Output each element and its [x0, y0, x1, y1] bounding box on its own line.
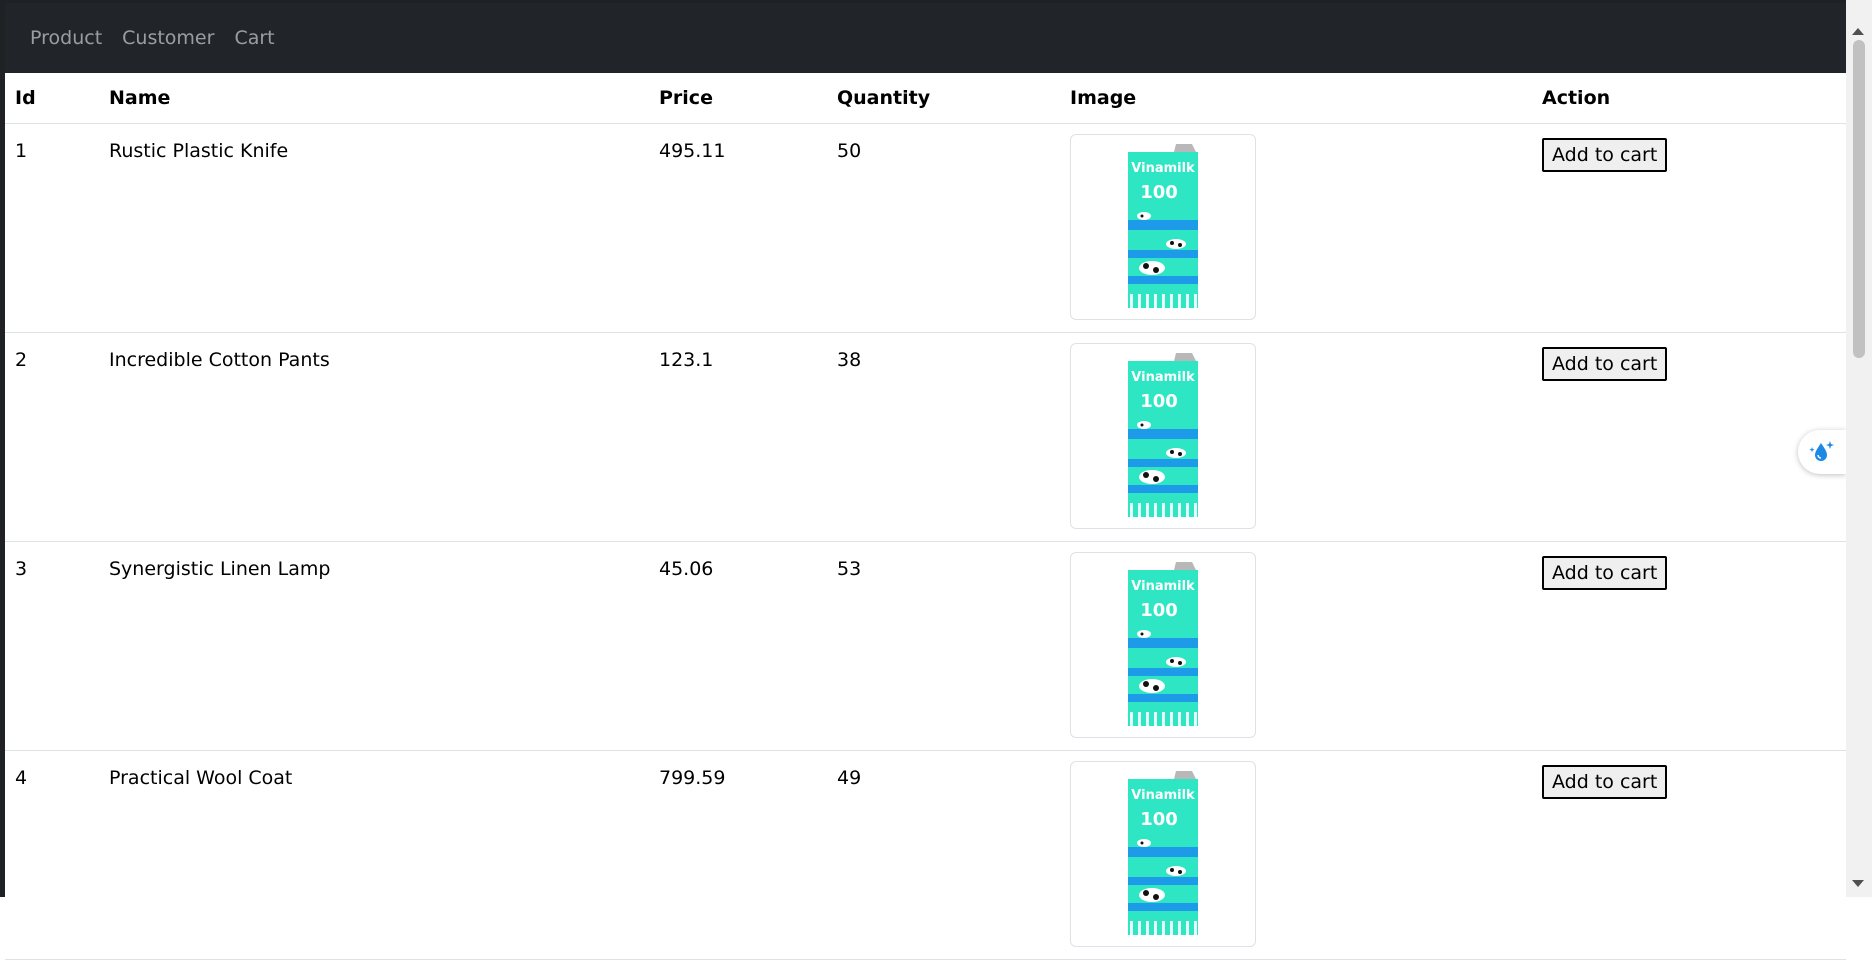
cell-price: 799.59	[649, 750, 827, 960]
carton-percent-label: 100	[1140, 809, 1178, 830]
cell-quantity: 50	[827, 123, 1060, 333]
cell-name: Practical Wool Coat	[99, 750, 649, 960]
cell-quantity: 38	[827, 332, 1060, 542]
cell-action: Add to cart	[1532, 332, 1846, 542]
cell-action: Add to cart	[1532, 750, 1846, 960]
milk-carton-icon: Vinamilk 100	[1128, 353, 1198, 517]
vertical-scrollbar[interactable]	[1846, 0, 1872, 897]
cell-action: Add to cart	[1532, 123, 1846, 333]
product-image: Vinamilk 100	[1070, 343, 1256, 529]
top-navbar: Product Customer Cart	[5, 3, 1846, 73]
scroll-down-arrow-icon[interactable]	[1852, 880, 1864, 887]
table-header-row: Id Name Price Quantity Image Action	[5, 73, 1846, 124]
nav-link-cart[interactable]: Cart	[234, 3, 274, 73]
nav-link-customer[interactable]: Customer	[122, 3, 214, 73]
milk-carton-icon: Vinamilk 100	[1128, 771, 1198, 935]
cell-action: Add to cart	[1532, 541, 1846, 751]
cell-image: Vinamilk 100	[1060, 332, 1532, 542]
header-quantity: Quantity	[827, 73, 1060, 124]
cell-name: Synergistic Linen Lamp	[99, 541, 649, 751]
table-row: 1 Rustic Plastic Knife 495.11 50 Vinamil…	[5, 123, 1846, 333]
add-to-cart-button[interactable]: Add to cart	[1542, 765, 1668, 799]
table-row: 2 Incredible Cotton Pants 123.1 38 Vinam…	[5, 332, 1846, 542]
table-row: 4 Practical Wool Coat 799.59 49 Vinamilk…	[5, 750, 1846, 960]
scrollbar-thumb[interactable]	[1853, 40, 1865, 358]
carton-percent-label: 100	[1140, 600, 1178, 621]
product-image: Vinamilk 100	[1070, 134, 1256, 320]
carton-percent-label: 100	[1140, 182, 1178, 203]
add-to-cart-button[interactable]: Add to cart	[1542, 347, 1668, 381]
header-id: Id	[5, 73, 99, 124]
carton-brand-label: Vinamilk	[1131, 579, 1195, 594]
table-row: 3 Synergistic Linen Lamp 45.06 53 Vinami…	[5, 541, 1846, 751]
cell-price: 45.06	[649, 541, 827, 751]
scroll-up-arrow-icon[interactable]	[1852, 28, 1864, 35]
add-to-cart-button[interactable]: Add to cart	[1542, 556, 1668, 590]
add-to-cart-button[interactable]: Add to cart	[1542, 138, 1668, 172]
floating-assistant-button[interactable]	[1798, 430, 1846, 474]
milk-carton-icon: Vinamilk 100	[1128, 562, 1198, 726]
nav-link-product[interactable]: Product	[30, 3, 102, 73]
cell-quantity: 49	[827, 750, 1060, 960]
carton-brand-label: Vinamilk	[1131, 161, 1195, 176]
cell-name: Incredible Cotton Pants	[99, 332, 649, 542]
milk-carton-icon: Vinamilk 100	[1128, 144, 1198, 308]
water-drop-sparkle-icon	[1809, 441, 1834, 461]
carton-percent-label: 100	[1140, 391, 1178, 412]
cell-name: Rustic Plastic Knife	[99, 123, 649, 333]
cell-id: 1	[5, 123, 99, 333]
carton-brand-label: Vinamilk	[1131, 370, 1195, 385]
products-table: Id Name Price Quantity Image Action 1 Ru…	[5, 73, 1846, 960]
header-price: Price	[649, 73, 827, 124]
product-image: Vinamilk 100	[1070, 761, 1256, 947]
product-image: Vinamilk 100	[1070, 552, 1256, 738]
header-name: Name	[99, 73, 649, 124]
header-image: Image	[1060, 73, 1532, 124]
cell-id: 4	[5, 750, 99, 960]
cell-image: Vinamilk 100	[1060, 123, 1532, 333]
cell-price: 495.11	[649, 123, 827, 333]
header-action: Action	[1532, 73, 1846, 124]
cell-image: Vinamilk 100	[1060, 541, 1532, 751]
cell-id: 2	[5, 332, 99, 542]
cell-quantity: 53	[827, 541, 1060, 751]
carton-brand-label: Vinamilk	[1131, 788, 1195, 803]
cell-image: Vinamilk 100	[1060, 750, 1532, 960]
cell-price: 123.1	[649, 332, 827, 542]
cell-id: 3	[5, 541, 99, 751]
